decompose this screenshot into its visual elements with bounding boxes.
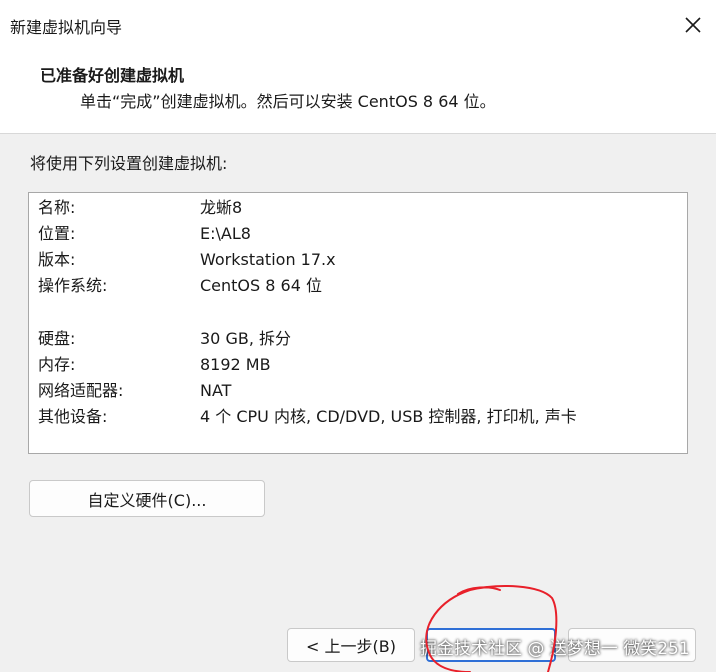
close-button[interactable] [670, 0, 716, 50]
watermark-text: 掘金技术社区 @ 送梦想一 微笑251 [420, 639, 690, 659]
new-vm-wizard-dialog: 新建虚拟机向导 已准备好创建虚拟机 单击“完成”创建虚拟机。然后可以安装 Cen… [0, 0, 716, 672]
setting-label: 内存: [38, 355, 76, 374]
title-bar: 新建虚拟机向导 [0, 0, 716, 50]
setting-label: 操作系统: [38, 276, 108, 295]
setting-value: 8192 MB [200, 355, 271, 374]
setting-label: 位置: [38, 224, 76, 243]
setting-value: 4 个 CPU 内核, CD/DVD, USB 控制器, 打印机, 声卡 [200, 407, 577, 426]
close-icon [685, 17, 701, 33]
window-title: 新建虚拟机向导 [10, 18, 123, 37]
back-button[interactable]: < 上一步(B) [287, 628, 415, 662]
setting-label: 名称: [38, 198, 76, 217]
setting-label: 硬盘: [38, 329, 76, 348]
header-title: 已准备好创建虚拟机 [40, 66, 185, 85]
setting-label: 网络适配器: [38, 381, 124, 400]
setting-label: 其他设备: [38, 407, 108, 426]
header-subtitle: 单击“完成”创建虚拟机。然后可以安装 CentOS 8 64 位。 [80, 92, 496, 111]
setting-label: 版本: [38, 250, 76, 269]
customize-hardware-button[interactable]: 自定义硬件(C)... [29, 480, 265, 517]
setting-value: Workstation 17.x [200, 250, 336, 269]
setting-value: E:\AL8 [200, 224, 251, 243]
setting-value: NAT [200, 381, 232, 400]
setting-value: CentOS 8 64 位 [200, 276, 322, 295]
wizard-header: 已准备好创建虚拟机 单击“完成”创建虚拟机。然后可以安装 CentOS 8 64… [0, 50, 716, 134]
settings-summary-box: 名称: 龙蜥8 位置: E:\AL8 版本: Workstation 17.x … [28, 192, 688, 454]
setting-value: 龙蜥8 [200, 198, 243, 217]
intro-text: 将使用下列设置创建虚拟机: [30, 154, 228, 173]
setting-value: 30 GB, 拆分 [200, 329, 291, 348]
